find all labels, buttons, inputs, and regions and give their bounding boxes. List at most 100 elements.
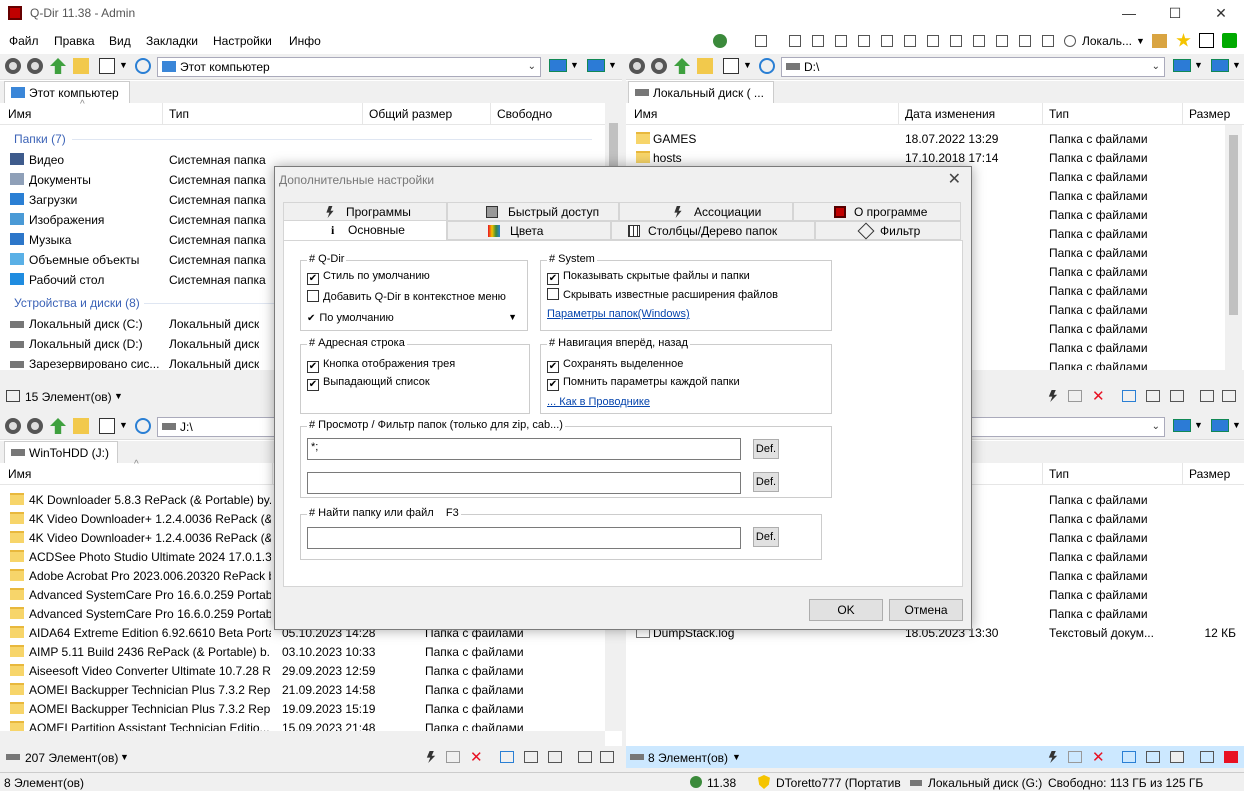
layout-2-icon[interactable]: [812, 35, 824, 47]
table-row[interactable]: Aiseesoft Video Converter Ultimate 10.7.…: [0, 661, 622, 680]
checkbox-context-menu[interactable]: Добавить Q-Dir в контекстное меню: [307, 290, 506, 303]
properties-icon[interactable]: [1222, 390, 1236, 402]
chevron-down-icon[interactable]: ▼: [1194, 420, 1203, 430]
tab-general[interactable]: i Основные: [283, 220, 447, 241]
layout-4-icon[interactable]: [858, 35, 870, 47]
delete-icon[interactable]: ✕: [470, 748, 483, 766]
monitor-icon[interactable]: [587, 59, 605, 72]
layout-10-icon[interactable]: [996, 35, 1008, 47]
forward-icon[interactable]: [27, 58, 43, 74]
back-icon[interactable]: [5, 418, 21, 434]
ok-button[interactable]: OK: [809, 599, 883, 621]
tab-programs[interactable]: Программы: [283, 202, 447, 221]
col-type[interactable]: Тип: [1049, 467, 1069, 481]
back-icon[interactable]: [5, 58, 21, 74]
chevron-down-icon[interactable]: ▼: [570, 60, 579, 70]
refresh-icon[interactable]: [135, 418, 151, 434]
chevron-down-icon[interactable]: ⌄: [1152, 58, 1160, 76]
chevron-down-icon[interactable]: ▼: [1232, 60, 1241, 70]
mail-icon[interactable]: [446, 751, 460, 763]
monitor-icon[interactable]: [1173, 59, 1191, 72]
default-dropdown[interactable]: ✔ По умолчанию ▼: [307, 312, 521, 324]
col-size[interactable]: Размер: [1189, 107, 1230, 121]
chevron-down-icon[interactable]: ▼: [120, 752, 129, 762]
tab-this-pc[interactable]: Этот компьютер: [4, 81, 130, 103]
up-folder-icon[interactable]: [50, 418, 66, 434]
monitor-icon[interactable]: [549, 59, 567, 72]
cut-icon[interactable]: [1122, 390, 1136, 402]
favorites-star-icon[interactable]: [1176, 33, 1191, 47]
chevron-down-icon[interactable]: ▼: [1136, 36, 1145, 46]
menu-bookmarks[interactable]: Закладки: [146, 34, 198, 48]
layout-3-icon[interactable]: [835, 35, 847, 47]
col-date[interactable]: Дата изменения: [905, 107, 995, 121]
chevron-down-icon[interactable]: ▼: [743, 60, 752, 70]
close-pane-icon[interactable]: [1224, 751, 1238, 763]
col-type[interactable]: Тип: [1049, 107, 1069, 121]
paste-icon[interactable]: [548, 751, 562, 763]
col-free[interactable]: Свободно: [497, 107, 552, 121]
checkbox-show-hidden[interactable]: ✔ Показывать скрытые файлы и папки: [547, 270, 750, 285]
vertical-scrollbar[interactable]: [1225, 125, 1242, 370]
lightning-icon[interactable]: [1048, 751, 1058, 763]
find-def-button[interactable]: Def.: [753, 527, 779, 547]
rename-icon[interactable]: [578, 751, 592, 763]
checkbox-remember-params[interactable]: ✔ Помнить параметры каждой папки: [547, 376, 740, 391]
new-folder-icon[interactable]: [697, 58, 713, 74]
menu-file[interactable]: Файл: [9, 34, 39, 48]
layout-9-icon[interactable]: [973, 35, 985, 47]
mail-icon[interactable]: [1068, 390, 1082, 402]
lightning-icon[interactable]: [1048, 390, 1058, 402]
table-row[interactable]: AIMP 5.11 Build 2436 RePack (& Portable)…: [0, 642, 622, 661]
table-row[interactable]: hosts 17.10.2018 17:14 Папка с файлами: [626, 148, 1244, 167]
menu-edit[interactable]: Правка: [54, 34, 95, 48]
checkbox-dropdown-list[interactable]: ✔ Выпадающий список: [307, 376, 430, 391]
address-bar[interactable]: Этот компьютер ⌄: [157, 57, 541, 77]
menu-settings[interactable]: Настройки: [213, 34, 272, 48]
layout-8-icon[interactable]: [950, 35, 962, 47]
paste-icon[interactable]: [1170, 751, 1184, 763]
app-small-icon[interactable]: [1222, 33, 1237, 48]
copy-icon[interactable]: [1146, 390, 1160, 402]
layout-6-icon[interactable]: [904, 35, 916, 47]
col-name[interactable]: Имя: [634, 107, 657, 121]
forward-icon[interactable]: [27, 418, 43, 434]
tab-columns-tree[interactable]: Столбцы/Дерево папок: [611, 221, 815, 240]
col-size[interactable]: Размер: [1189, 467, 1230, 481]
rename-icon[interactable]: [1200, 751, 1214, 763]
paste-icon[interactable]: [1170, 390, 1184, 402]
monitor-icon[interactable]: [1173, 419, 1191, 432]
layout-5-icon[interactable]: [881, 35, 893, 47]
checkbox-save-selected[interactable]: ✔ Сохранять выделенное: [547, 358, 683, 373]
monitor-icon[interactable]: [1211, 419, 1229, 432]
tab-wintohdd[interactable]: WinToHDD (J:): [4, 441, 118, 463]
view-mode-label[interactable]: Локаль...: [1082, 34, 1132, 48]
view-icon[interactable]: [99, 58, 115, 74]
col-total-size[interactable]: Общий размер: [369, 107, 452, 121]
layout-11-icon[interactable]: [1019, 35, 1031, 47]
table-row[interactable]: GAMES 18.07.2022 13:29 Папка с файлами: [626, 129, 1244, 148]
view-icon[interactable]: [723, 58, 739, 74]
close-button[interactable]: ✕: [1198, 0, 1244, 27]
up-folder-icon[interactable]: [50, 58, 66, 74]
globe-icon[interactable]: [713, 34, 727, 48]
group-folders[interactable]: Папки (7): [14, 132, 66, 146]
table-row[interactable]: AOMEI Backupper Technician Plus 7.3.2 Re…: [0, 699, 622, 718]
layout-grid-icon[interactable]: [755, 35, 767, 47]
chevron-down-icon[interactable]: ⌄: [1152, 418, 1160, 436]
delete-icon[interactable]: ✕: [1092, 387, 1105, 405]
group-drives[interactable]: Устройства и диски (8): [14, 296, 140, 310]
col-name[interactable]: Имя: [8, 107, 31, 121]
like-explorer-link[interactable]: ... Как в Проводнике: [547, 396, 650, 408]
tab-filter[interactable]: Фильтр: [815, 221, 961, 240]
layout-7-icon[interactable]: [927, 35, 939, 47]
filter-input-2[interactable]: [307, 472, 741, 494]
chevron-down-icon[interactable]: ▼: [114, 391, 123, 401]
tab-colors[interactable]: Цвета: [447, 221, 611, 240]
chevron-down-icon[interactable]: ▼: [1194, 60, 1203, 70]
layout-1-icon[interactable]: [789, 35, 801, 47]
cut-icon[interactable]: [500, 751, 514, 763]
chevron-down-icon[interactable]: ▼: [608, 60, 617, 70]
delete-icon[interactable]: ✕: [1092, 748, 1105, 766]
address-bar[interactable]: D:\ ⌄: [781, 57, 1165, 77]
